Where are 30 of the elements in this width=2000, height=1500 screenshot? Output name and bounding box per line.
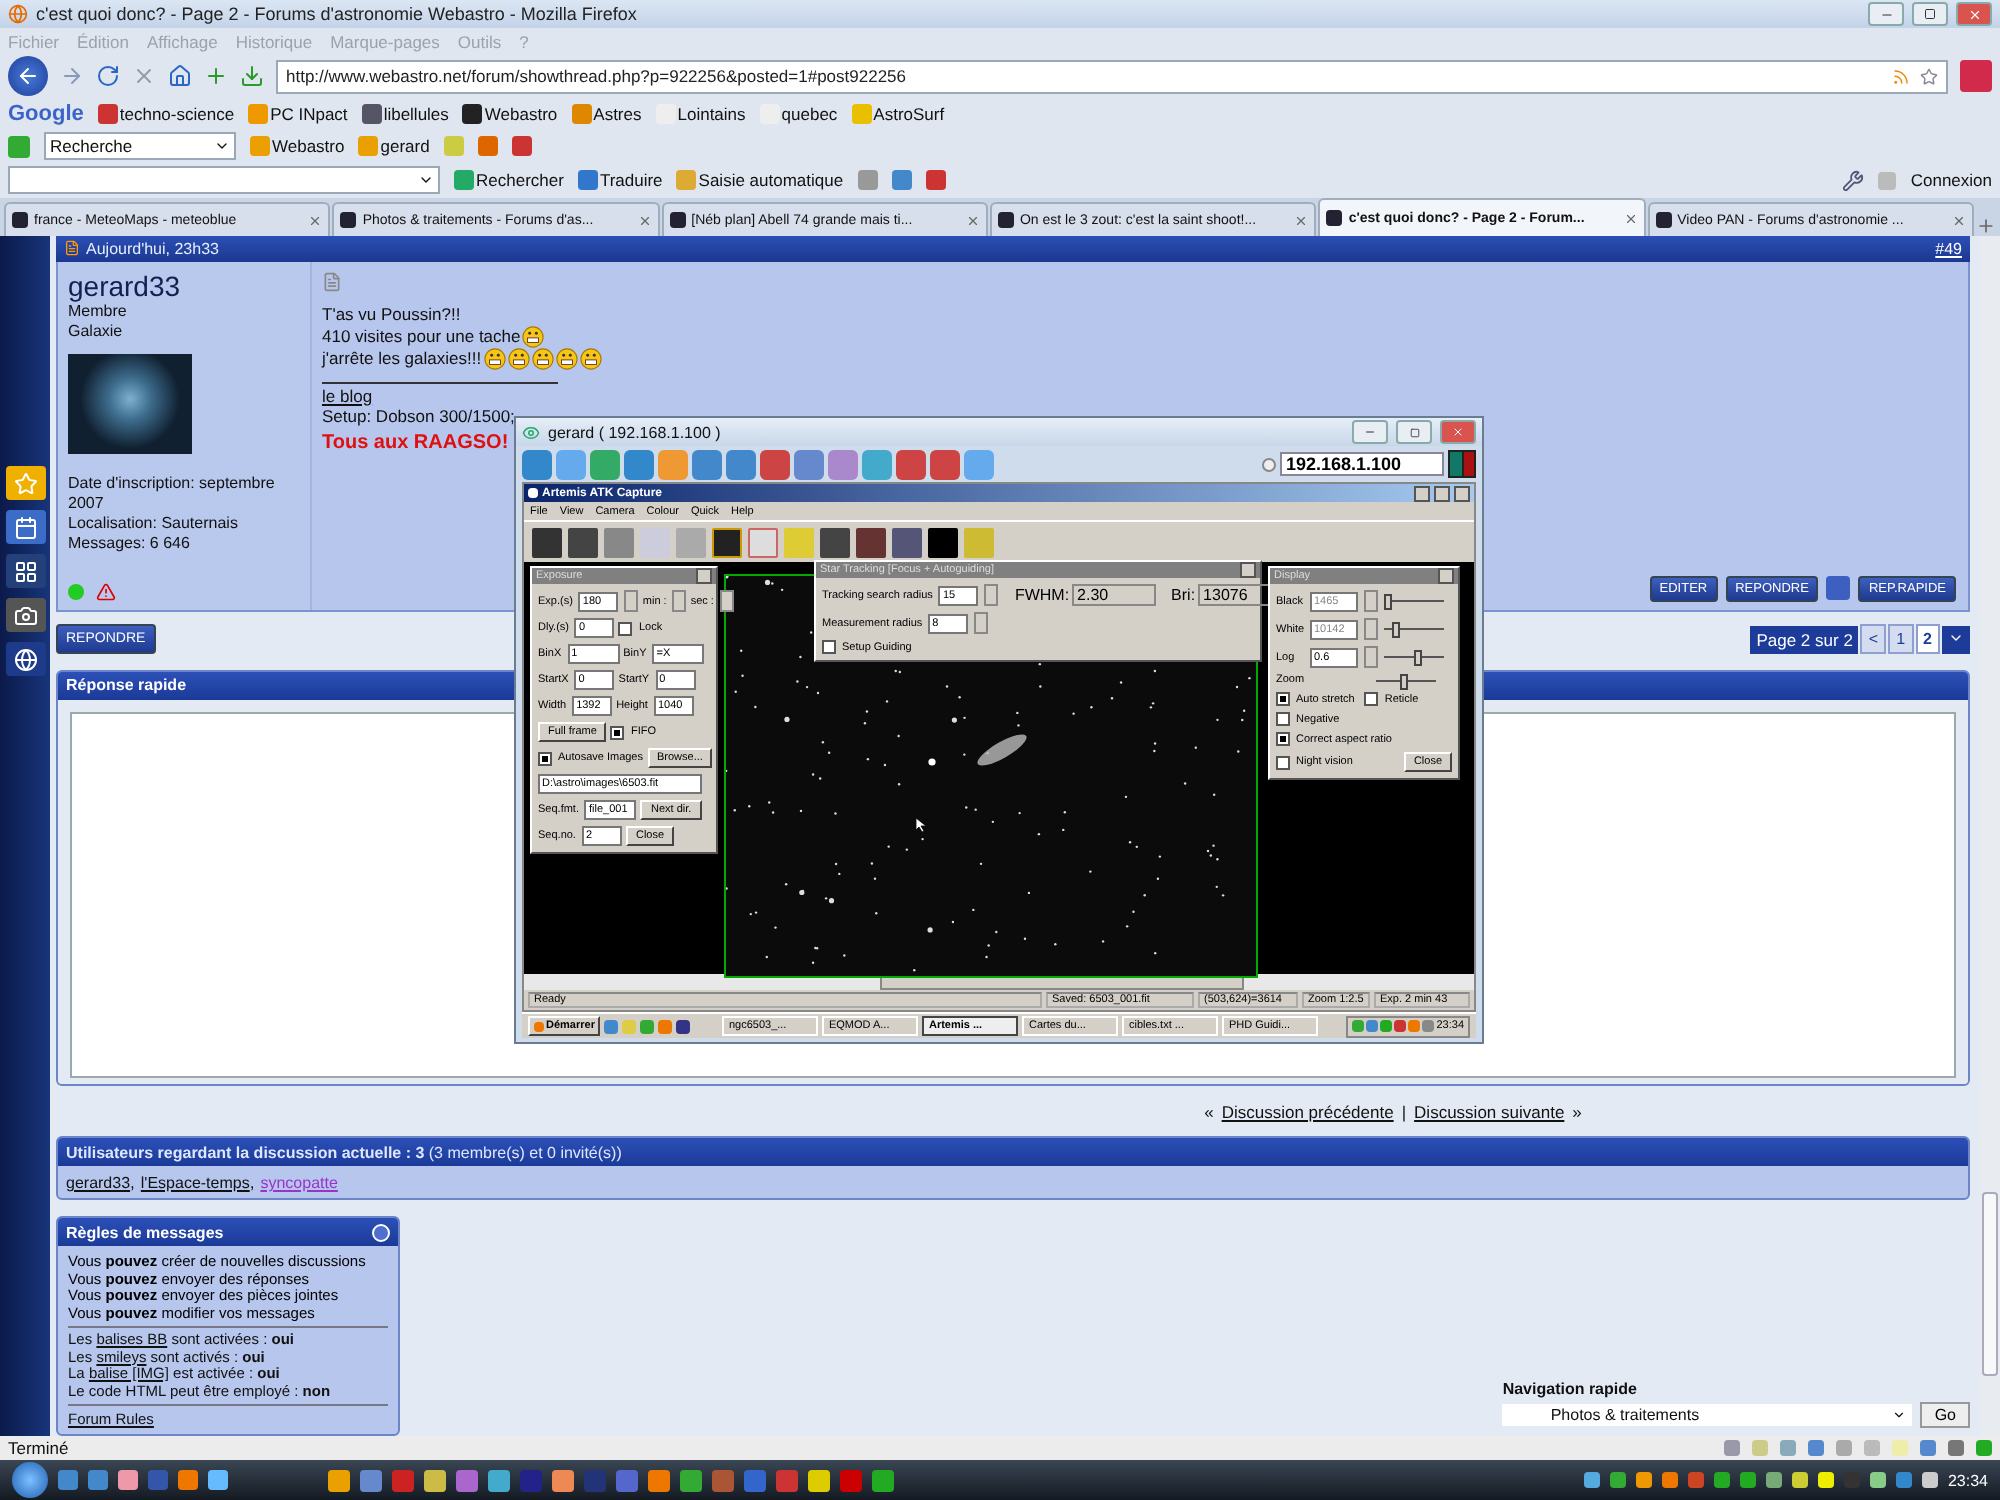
user-detail: Messages: 6 646: [68, 533, 190, 554]
quick-nav-label: Navigation rapide: [1502, 1380, 1639, 1398]
message-text: j'arrête les galaxies!!!: [322, 347, 482, 370]
window-title: c'est quoi donc? - Page 2 - Forums d'astronomie Webastro - Mozilla Firefox: [36, 4, 639, 24]
arrow-text: «: [1204, 1101, 1214, 1122]
readout-label: FWHM:: [1014, 586, 1070, 604]
readout-label: Bri:: [1171, 586, 1196, 604]
username: gerard33: [68, 269, 181, 302]
comma-text: ,: [249, 1172, 255, 1193]
clock: 23:34: [1947, 1471, 1988, 1489]
user-detail: Localisation: Sauternais: [68, 513, 238, 534]
page-label: Page 2 sur 2: [1750, 625, 1859, 654]
panel-title: Règles de messages: [66, 1223, 224, 1241]
message-text: 410 visites pour une tache: [322, 325, 521, 348]
readout-value: 2.30: [1071, 584, 1156, 606]
user-rank: Membre: [68, 301, 127, 322]
slogan-text: Tous aux RAAGSO!: [322, 431, 509, 454]
user-detail: Date d'inscription: septembre 2007: [68, 473, 277, 514]
panel-title: Utilisateurs regardant la discussion actuelle : 3 (3 membre(s) et 0 invité(s)): [66, 1143, 622, 1162]
arrow-text: »: [1572, 1101, 1582, 1122]
window-title: gerard ( 192.168.1.100 ): [548, 423, 723, 441]
comma-text: ,: [130, 1172, 135, 1193]
status-text: Terminé: [8, 1438, 69, 1458]
separator-text: |: [1401, 1101, 1407, 1122]
setup-text: Setup: Dobson 300/1500;: [322, 405, 515, 428]
message-text: T'as vu Poussin?!!: [322, 303, 461, 326]
user-title: Galaxie: [68, 321, 123, 342]
post-date: Aujourd'hui, 23h33: [86, 239, 219, 258]
panel-title: Réponse rapide: [66, 676, 187, 695]
google-logo: Google: [8, 102, 84, 126]
